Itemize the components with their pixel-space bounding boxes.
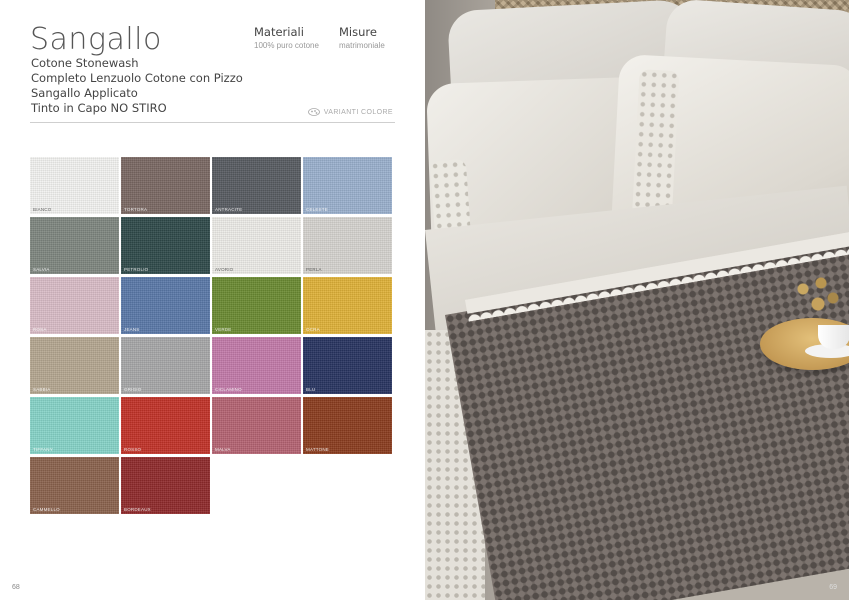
color-swatch: CICLAMINO — [212, 337, 301, 394]
color-swatch: TORTORA — [121, 157, 210, 214]
coffee-cup — [818, 325, 849, 349]
spec-label: Misure — [339, 25, 377, 39]
product-title: Sangallo — [30, 22, 162, 57]
color-swatch: BLU — [303, 337, 392, 394]
swatch-label: ANTRACITE — [215, 207, 243, 212]
swatch-label: MATTONE — [306, 447, 329, 452]
swatch-color — [212, 217, 301, 274]
swatch-color — [121, 397, 210, 454]
color-palette-icon — [307, 108, 320, 116]
color-swatch: CELESTE — [303, 157, 392, 214]
swatch-label: MALVA — [215, 447, 231, 452]
swatch-color — [30, 457, 119, 514]
color-swatch: SALVIA — [30, 217, 119, 274]
swatch-color — [303, 157, 392, 214]
product-line: Sangallo Applicato — [31, 86, 138, 100]
product-description: Cotone Stonewash Completo Lenzuolo Coton… — [31, 56, 243, 116]
spec-value: matrimoniale — [339, 41, 385, 50]
swatch-label: ROSSO — [124, 447, 142, 452]
spec-misure: Misure matrimoniale — [339, 25, 385, 50]
swatch-label: BLU — [306, 387, 316, 392]
color-swatch: ANTRACITE — [212, 157, 301, 214]
swatch-color — [121, 457, 210, 514]
color-swatch: SABBIA — [30, 337, 119, 394]
swatch-label: CICLAMINO — [215, 387, 242, 392]
swatch-color — [30, 337, 119, 394]
swatch-color — [30, 277, 119, 334]
left-page: Sangallo Cotone Stonewash Completo Lenzu… — [0, 0, 425, 600]
spec-materiali: Materiali 100% puro cotone — [254, 25, 319, 50]
swatch-color — [121, 277, 210, 334]
product-photo: 69 — [425, 0, 849, 600]
color-swatch: TIFFANY — [30, 397, 119, 454]
product-line: Completo Lenzuolo Cotone con Pizzo — [31, 71, 243, 85]
color-swatch: MATTONE — [303, 397, 392, 454]
varianti-label: VARIANTI COLORE — [323, 108, 393, 116]
color-swatch: PETROLIO — [121, 217, 210, 274]
swatch-label: BIANCO — [33, 207, 52, 212]
swatch-color — [121, 157, 210, 214]
swatch-label: VERDE — [215, 327, 232, 332]
color-swatch: OCRA — [303, 277, 392, 334]
spec-label: Materiali — [254, 25, 304, 39]
swatch-color — [121, 217, 210, 274]
color-swatch: MALVA — [212, 397, 301, 454]
swatch-label: TORTORA — [124, 207, 148, 212]
swatch-label: ROSA — [33, 327, 47, 332]
page-number-right: 69 — [829, 584, 837, 591]
product-line: Cotone Stonewash — [31, 56, 139, 70]
swatch-label: BORDEAUX — [124, 507, 151, 512]
divider — [30, 122, 395, 123]
swatch-label: CAMMELLO — [33, 507, 60, 512]
color-swatch: ROSSO — [121, 397, 210, 454]
swatch-color — [30, 217, 119, 274]
swatch-label: JEANS — [124, 327, 140, 332]
color-swatch: GRIGIO — [121, 337, 210, 394]
swatch-color — [212, 397, 301, 454]
color-swatch: BORDEAUX — [121, 457, 210, 514]
swatch-color — [212, 157, 301, 214]
swatch-color — [30, 157, 119, 214]
swatch-color — [121, 337, 210, 394]
swatch-color — [303, 217, 392, 274]
swatch-label: PETROLIO — [124, 267, 149, 272]
swatch-label: TIFFANY — [33, 447, 53, 452]
page-number-left: 68 — [12, 584, 20, 591]
color-swatch: VERDE — [212, 277, 301, 334]
swatch-label: OCRA — [306, 327, 320, 332]
color-swatch: JEANS — [121, 277, 210, 334]
swatch-label: SALVIA — [33, 267, 50, 272]
swatch-label: CELESTE — [306, 207, 328, 212]
swatch-color — [212, 337, 301, 394]
swatch-color — [212, 277, 301, 334]
spec-value: 100% puro cotone — [254, 41, 319, 50]
varianti-colore-heading: VARIANTI COLORE — [307, 108, 393, 116]
swatch-color — [303, 277, 392, 334]
color-swatch: AVORIO — [212, 217, 301, 274]
catalog-spread: Sangallo Cotone Stonewash Completo Lenzu… — [0, 0, 849, 600]
swatch-color — [303, 397, 392, 454]
swatch-label: PERLA — [306, 267, 322, 272]
swatch-label: SABBIA — [33, 387, 51, 392]
swatch-label: AVORIO — [215, 267, 234, 272]
swatch-color — [303, 337, 392, 394]
swatch-label: GRIGIO — [124, 387, 142, 392]
color-swatch: BIANCO — [30, 157, 119, 214]
color-swatch: PERLA — [303, 217, 392, 274]
color-swatch: CAMMELLO — [30, 457, 119, 514]
swatch-color — [30, 397, 119, 454]
color-swatch: ROSA — [30, 277, 119, 334]
dried-flowers — [785, 265, 845, 325]
product-line: Tinto in Capo NO STIRO — [31, 101, 167, 115]
